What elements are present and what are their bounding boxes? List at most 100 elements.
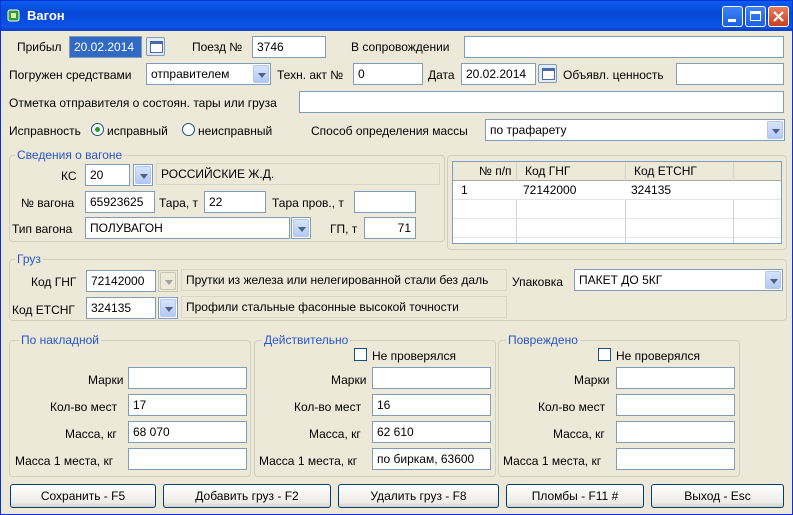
tech-act-date-input[interactable]: 20.02.2014 — [461, 63, 536, 85]
damaged-mass-label: Масса, кг — [553, 427, 605, 441]
arrived-label: Прибыл — [17, 40, 62, 54]
invoice-marks-input[interactable] — [128, 367, 247, 389]
minimize-button[interactable] — [722, 6, 743, 27]
etsng-name-display: Профили стальные фасонные высокой точнос… — [181, 296, 507, 318]
actual-mass-one-label: Масса 1 места, кг — [259, 454, 358, 468]
sender-note-input[interactable] — [299, 91, 784, 113]
gp-input[interactable]: 71 — [364, 217, 416, 239]
add-cargo-button[interactable]: Добавить груз - F2 — [163, 484, 331, 508]
table-row[interactable]: 1 72142000 324135 — [453, 181, 781, 200]
cargo-grid[interactable]: № п/п Код ГНГ Код ЕТСНГ 1 72142000 32413… — [452, 161, 782, 244]
packing-label: Упаковка — [512, 275, 563, 289]
gp-label: ГП, т — [330, 222, 358, 236]
tare-checked-input[interactable] — [354, 191, 416, 213]
chevron-down-icon[interactable] — [293, 219, 309, 237]
invoice-mass-input[interactable]: 68 070 — [128, 421, 247, 443]
gng-dropdown — [158, 270, 178, 292]
damaged-mass-one-input[interactable] — [616, 448, 735, 470]
condition-ok-label[interactable]: исправный — [107, 124, 168, 138]
etsng-input[interactable]: 324135 — [86, 297, 156, 319]
escort-label: В сопровождении — [351, 40, 450, 54]
damaged-places-input[interactable] — [616, 394, 735, 416]
chevron-down-icon[interactable] — [765, 271, 781, 289]
damaged-mass-one-label: Масса 1 места, кг — [503, 454, 602, 468]
app-icon — [7, 9, 20, 22]
wagon-type-label: Тип вагона — [12, 222, 73, 236]
chevron-down-icon[interactable] — [767, 121, 783, 139]
grid-col-header[interactable]: Код ГНГ — [525, 164, 570, 178]
chevron-down-icon[interactable] — [160, 299, 176, 317]
gng-input[interactable]: 72142000 — [86, 270, 156, 292]
damaged-group-title: Повреждено — [506, 333, 580, 347]
escort-input[interactable] — [464, 36, 784, 58]
sender-note-label: Отметка отправителя о состоян. тары или … — [9, 96, 277, 110]
invoice-mass-label: Масса, кг — [65, 427, 117, 441]
actual-mass-one-input[interactable]: по биркам, 63600 — [372, 448, 491, 470]
train-number-input[interactable]: 3746 — [252, 36, 326, 58]
chevron-down-icon[interactable] — [253, 65, 269, 83]
wagon-group-title: Сведения о вагоне — [15, 148, 125, 162]
title-bar[interactable]: Вагон — [1, 1, 792, 31]
invoice-mass-one-label: Масса 1 места, кг — [15, 454, 114, 468]
actual-not-checked-label[interactable]: Не проверялся — [372, 349, 456, 363]
tech-act-label: Техн. акт № — [277, 68, 344, 82]
damaged-places-label: Кол-во мест — [538, 400, 606, 414]
arrived-calendar-icon[interactable] — [146, 37, 165, 56]
invoice-marks-label: Марки — [88, 373, 124, 387]
actual-group-title: Действительно — [262, 333, 351, 347]
tech-act-input[interactable]: 0 — [353, 63, 423, 85]
grid-cell: 1 — [461, 183, 468, 197]
exit-button[interactable]: Выход - Esc — [651, 484, 784, 508]
condition-ok-radio[interactable] — [91, 123, 104, 136]
grid-col-header[interactable]: № п/п — [479, 164, 512, 178]
chevron-down-icon — [160, 272, 176, 290]
ks-input[interactable]: 20 — [85, 164, 130, 186]
wagon-type-dropdown[interactable] — [291, 217, 311, 239]
packing-value: ПАКЕТ ДО 5КГ — [579, 273, 663, 287]
save-button[interactable]: Сохранить - F5 — [10, 484, 156, 508]
damaged-not-checked-label[interactable]: Не проверялся — [616, 349, 700, 363]
close-icon — [773, 11, 784, 22]
tech-act-calendar-icon[interactable] — [538, 64, 557, 83]
grid-col-header[interactable]: Код ЕТСНГ — [634, 164, 697, 178]
ks-label: КС — [61, 169, 77, 183]
mass-method-select[interactable]: по трафарету — [485, 119, 785, 141]
wagon-number-input[interactable]: 65923625 — [85, 191, 155, 213]
delete-cargo-button[interactable]: Удалить груз - F8 — [338, 484, 499, 508]
condition-bad-radio[interactable] — [182, 123, 195, 136]
damaged-marks-label: Марки — [574, 373, 610, 387]
invoice-places-input[interactable]: 17 — [128, 394, 247, 416]
etsng-label: Код ЕТСНГ — [12, 303, 75, 317]
arrived-date-input[interactable]: 20.02.2014 — [69, 36, 142, 58]
gng-label: Код ГНГ — [31, 275, 77, 289]
condition-bad-label[interactable]: неисправный — [198, 124, 272, 138]
grid-cell: 72142000 — [523, 183, 577, 197]
loaded-by-select[interactable]: отправителем — [146, 63, 271, 85]
actual-mass-input[interactable]: 62 610 — [372, 421, 491, 443]
invoice-places-label: Кол-во мест — [50, 400, 118, 414]
packing-select[interactable]: ПАКЕТ ДО 5КГ — [574, 269, 783, 291]
gng-name-display: Прутки из железа или нелегированной стал… — [181, 269, 507, 291]
tare-checked-label: Тара пров., т — [272, 196, 344, 210]
actual-places-input[interactable]: 16 — [372, 394, 491, 416]
cargo-group-title: Груз — [15, 252, 43, 266]
seals-button[interactable]: Пломбы - F11 # — [506, 484, 644, 508]
damaged-mass-input[interactable] — [616, 421, 735, 443]
close-button[interactable] — [768, 6, 789, 27]
declared-value-input[interactable] — [676, 63, 784, 85]
damaged-marks-input[interactable] — [616, 367, 735, 389]
maximize-button[interactable] — [745, 6, 766, 27]
damaged-not-checked-checkbox[interactable] — [598, 348, 611, 361]
etsng-dropdown[interactable] — [158, 297, 178, 319]
wagon-window: Вагон Прибыл 20.02.2014 Поезд № 3746 В с… — [0, 0, 793, 515]
actual-marks-input[interactable] — [372, 367, 491, 389]
wagon-type-input[interactable]: ПОЛУВАГОН — [85, 217, 290, 239]
actual-not-checked-checkbox[interactable] — [354, 348, 367, 361]
chevron-down-icon[interactable] — [135, 166, 151, 184]
declared-value-label: Объявл. ценность — [563, 68, 664, 82]
tare-input[interactable]: 22 — [204, 191, 266, 213]
invoice-mass-one-input[interactable] — [128, 448, 247, 470]
ks-dropdown[interactable] — [133, 164, 153, 186]
loaded-by-label: Погружен средствами — [9, 68, 132, 82]
train-label: Поезд № — [192, 40, 243, 54]
